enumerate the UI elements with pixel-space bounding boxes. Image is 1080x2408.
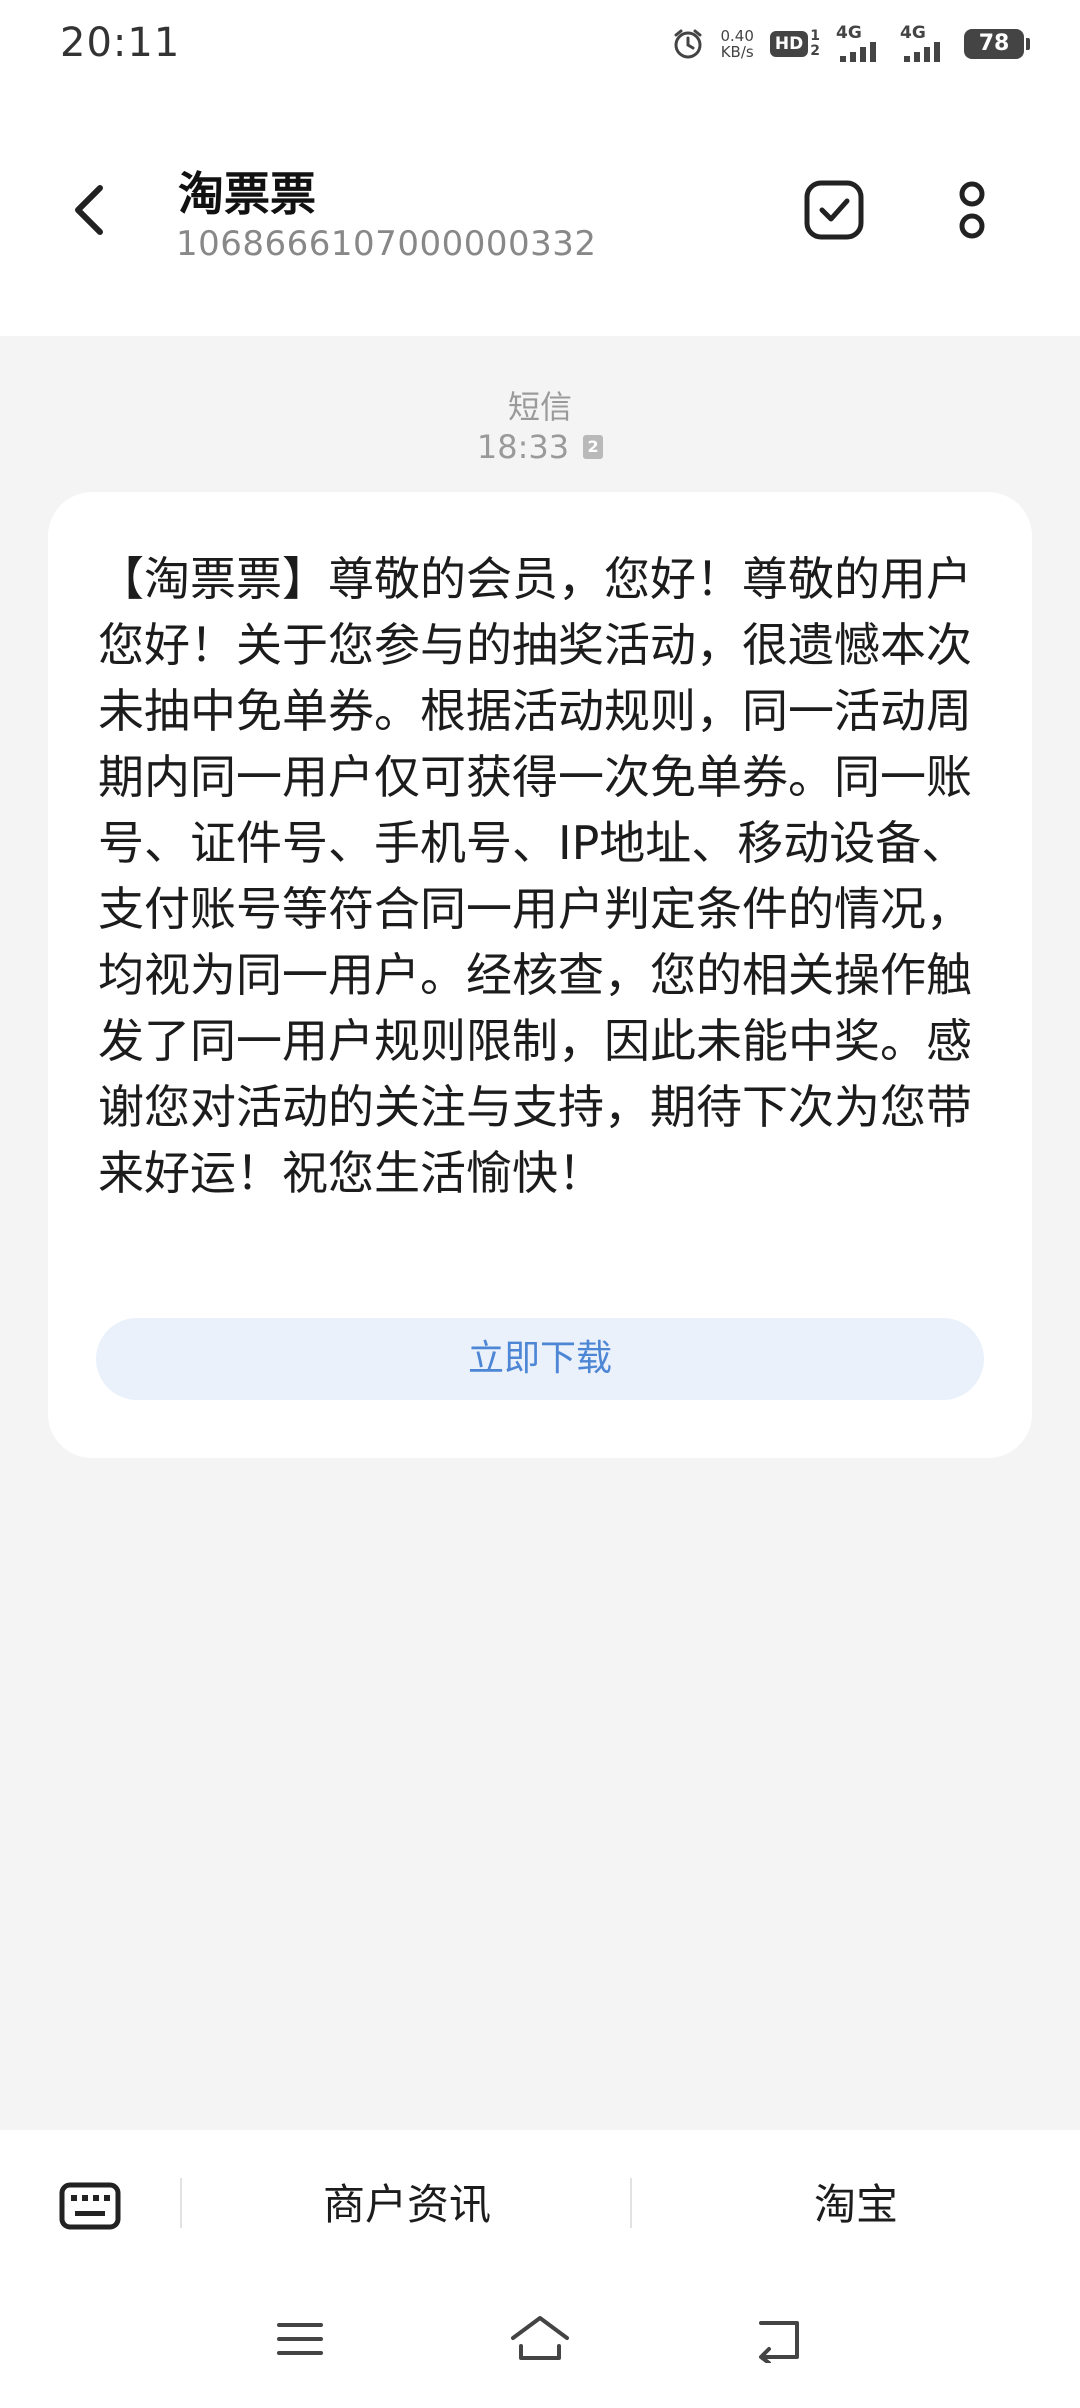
contact-name: 淘票票: [178, 167, 316, 221]
sim-slot-badge: 2: [583, 435, 604, 459]
home-icon: [511, 2316, 569, 2360]
nav-home-button[interactable]: [500, 2304, 580, 2374]
nav-menu-button[interactable]: [260, 2304, 340, 2374]
status-indicators: 0.40 KB/s HD 1 2 4G 4G 78: [671, 22, 1030, 66]
alarm-icon: [674, 29, 701, 59]
hd-sim-top: 1: [810, 28, 820, 44]
sms-conversation-screen: 20:11 0.40 KB/s HD 1 2 4G 4G 78 淘票票 1068…: [0, 0, 1080, 2408]
hd-voice-badge: HD 1 2: [769, 29, 820, 59]
signal-bars-icon: [904, 42, 940, 62]
conversation-header: 淘票票 1068666107000000332: [0, 84, 1080, 336]
hd-sim-numbers: 1 2: [810, 29, 820, 59]
signal-sim2: 4G: [900, 24, 948, 62]
network-speed-value: 0.40: [720, 27, 754, 45]
hd-sim-bottom: 2: [810, 43, 820, 59]
nav-back-button[interactable]: [740, 2304, 820, 2374]
checkbox-icon: [804, 180, 864, 240]
menu-icon: [277, 2323, 323, 2355]
menu-item-taobao[interactable]: 淘宝: [632, 2170, 1080, 2240]
network-speed-unit: KB/s: [720, 43, 754, 61]
more-options-button[interactable]: [944, 176, 1000, 244]
signal-bars-icon: [840, 42, 876, 62]
download-now-button[interactable]: 立即下载: [96, 1318, 984, 1400]
battery-icon: 78: [964, 29, 1030, 59]
message-body: 【淘票票】尊敬的会员，您好！尊敬的用户您好！关于您参与的抽奖活动，很遗憾本次未抽…: [98, 552, 972, 1200]
keyboard-icon: [59, 2182, 121, 2230]
back-icon: [759, 2321, 799, 2363]
message-type-label: 短信: [507, 388, 572, 426]
message-time: 18:33: [476, 428, 570, 466]
menu-item-merchant-news[interactable]: 商户资讯: [182, 2170, 632, 2240]
back-button[interactable]: [58, 172, 118, 248]
select-messages-button[interactable]: [800, 176, 868, 244]
network-speed: 0.40 KB/s: [721, 28, 754, 60]
status-time: 20:11: [60, 20, 181, 66]
more-vertical-icon: [959, 181, 985, 239]
chevron-left-icon: [75, 185, 103, 235]
service-menu-bar: 商户资讯 淘宝: [0, 2130, 1080, 2280]
battery-level: 78: [978, 31, 1010, 56]
contact-number: 1068666107000000332: [176, 224, 597, 264]
hd-label: HD: [769, 31, 809, 57]
signal-sim1: 4G: [836, 24, 884, 62]
message-thread[interactable]: 短信 18:33 2 【淘票票】尊敬的会员，您好！尊敬的用户您好！关于您参与的抽…: [0, 336, 1080, 2130]
message-timestamp: 18:33 2: [0, 428, 1080, 466]
message-bubble[interactable]: 【淘票票】尊敬的会员，您好！尊敬的用户您好！关于您参与的抽奖活动，很遗憾本次未抽…: [48, 492, 1032, 1458]
system-navigation-bar: [0, 2280, 1080, 2408]
message-time-row: 18:33 2: [476, 428, 604, 466]
status-bar: 20:11 0.40 KB/s HD 1 2 4G 4G 78: [0, 0, 1080, 84]
keyboard-toggle-button[interactable]: [54, 2178, 126, 2234]
